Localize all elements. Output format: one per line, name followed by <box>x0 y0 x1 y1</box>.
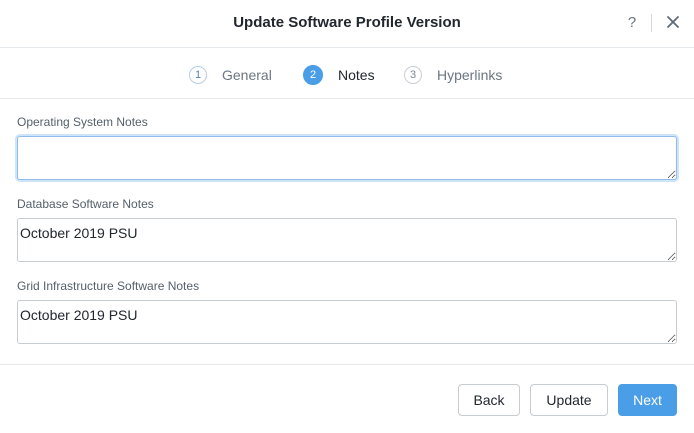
update-software-profile-dialog: Update Software Profile Version ? 1 Gene… <box>0 0 694 433</box>
step-label: Hyperlinks <box>437 67 503 83</box>
db-notes-textarea[interactable]: October 2019 PSU <box>17 218 677 262</box>
grid-notes-textarea[interactable]: October 2019 PSU <box>17 300 677 344</box>
step-label: Notes <box>338 67 375 83</box>
step-hyperlinks[interactable]: 3 Hyperlinks <box>404 65 502 85</box>
db-notes-field-wrapper: October 2019 PSU <box>17 218 677 262</box>
step-notes[interactable]: 2 Notes <box>303 65 375 85</box>
os-notes-field-wrapper <box>17 136 677 180</box>
back-button[interactable]: Back <box>458 384 520 416</box>
db-notes-label: Database Software Notes <box>17 197 154 211</box>
step-label: General <box>222 67 272 83</box>
close-icon[interactable] <box>666 15 680 29</box>
update-button[interactable]: Update <box>530 384 608 416</box>
step-number: 2 <box>303 65 323 85</box>
step-general[interactable]: 1 General <box>189 65 272 85</box>
dialog-title: Update Software Profile Version <box>233 14 461 31</box>
header-divider <box>651 14 652 32</box>
os-notes-textarea[interactable] <box>17 136 677 180</box>
help-icon[interactable]: ? <box>626 14 638 31</box>
grid-notes-field-wrapper: October 2019 PSU <box>17 300 677 344</box>
footer-divider <box>0 364 694 365</box>
dialog-header: Update Software Profile Version ? <box>0 0 694 48</box>
step-number: 3 <box>404 66 422 84</box>
wizard-steps: 1 General 2 Notes 3 Hyperlinks <box>0 48 694 99</box>
grid-notes-label: Grid Infrastructure Software Notes <box>17 279 200 293</box>
step-number: 1 <box>189 66 207 84</box>
os-notes-label: Operating System Notes <box>17 115 148 129</box>
next-button[interactable]: Next <box>618 384 677 416</box>
